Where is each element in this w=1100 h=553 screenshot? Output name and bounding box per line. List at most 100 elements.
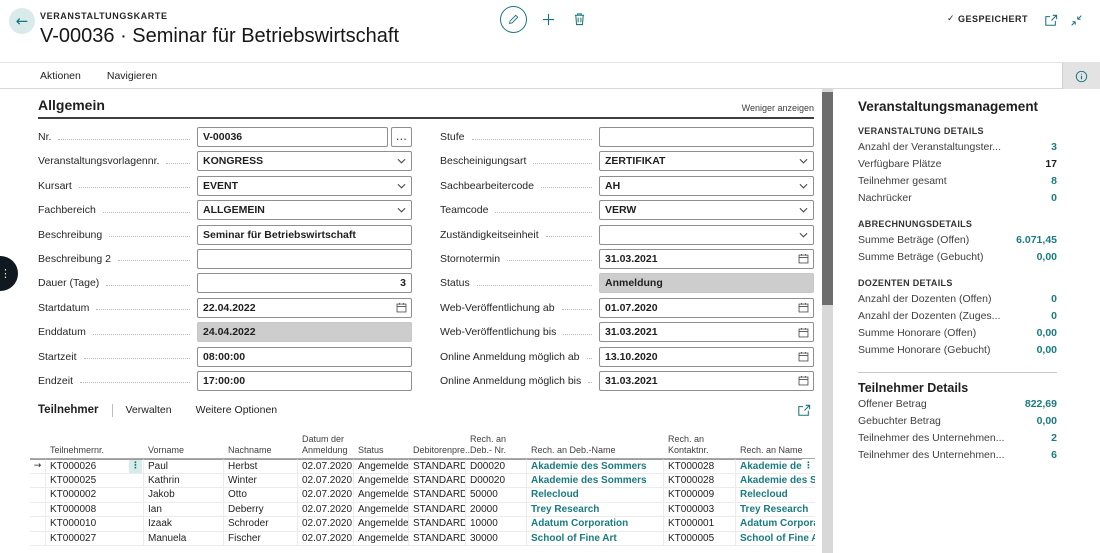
open-part-window-icon[interactable] [797, 404, 811, 417]
cell-preisgruppe[interactable]: STANDARD [409, 488, 466, 503]
fachbereich-input[interactable] [197, 200, 412, 221]
chevron-down-icon[interactable] [395, 204, 407, 216]
calendar-icon[interactable] [797, 326, 809, 338]
factbox-value-link[interactable]: 2 [1051, 430, 1057, 447]
cell-nachname[interactable]: Schroder [224, 517, 298, 532]
column-header[interactable]: Nachname [224, 445, 298, 459]
cell-vorname[interactable]: Ian [144, 502, 224, 517]
beschreibung-input[interactable] [197, 224, 412, 245]
kursart-input[interactable] [197, 175, 412, 196]
cell-preisgruppe[interactable]: STANDARD [409, 531, 466, 546]
endzeit-input[interactable] [197, 370, 412, 391]
cell-status[interactable]: Angemeldet [354, 531, 409, 546]
cell-datum[interactable]: 02.07.2020 [298, 473, 354, 488]
column-header[interactable]: Vorname [144, 445, 224, 459]
cell-kontaktnr[interactable]: KT000028 [664, 459, 736, 474]
startdatum-input[interactable] [197, 297, 412, 318]
cell-nachname[interactable]: Otto [224, 488, 298, 503]
cell-deb-name-link[interactable]: Akademie des Sommers [527, 473, 664, 488]
cell-datum[interactable]: 02.07.2020 [298, 459, 354, 474]
cell-deb-nr[interactable]: 20000 [466, 502, 527, 517]
column-header[interactable]: Rech. an Deb.- Nr. [466, 434, 527, 458]
part-title-teilnehmer[interactable]: Teilnehmer [38, 404, 99, 416]
cell-vorname[interactable]: Kathrin [144, 473, 224, 488]
startzeit-input[interactable] [197, 346, 412, 367]
collapse-window-button[interactable] [1069, 13, 1084, 27]
cell-deb-name-link[interactable]: Trey Research [527, 502, 664, 517]
cell-datum[interactable]: 02.07.2020 [298, 488, 354, 503]
column-header[interactable]: Teilnehmernr. [46, 445, 144, 459]
cell-name-link[interactable]: School of Fine Art [736, 532, 815, 546]
bescheinigungsart-input[interactable] [599, 151, 814, 172]
cell-nachname[interactable]: Deberry [224, 502, 298, 517]
cell-nachname[interactable]: Herbst [224, 459, 298, 474]
show-less-link[interactable]: Weniger anzeigen [742, 103, 814, 113]
menu-verwalten[interactable]: Verwalten [126, 404, 172, 416]
table-row[interactable]: KT000027 Manuela Fischer 02.07.2020 Ange… [30, 531, 815, 546]
column-header[interactable]: Rech. an Deb.-Name [527, 445, 664, 459]
cell-vorname[interactable]: Jakob [144, 488, 224, 503]
cell-datum[interactable]: 02.07.2020 [298, 517, 354, 532]
cell-status[interactable]: Angemeldet [354, 459, 409, 474]
chevron-down-icon[interactable] [797, 204, 809, 216]
chevron-down-icon[interactable] [395, 155, 407, 167]
chevron-down-icon[interactable] [395, 180, 407, 192]
online-ab-input[interactable] [599, 346, 814, 367]
cell-preisgruppe[interactable]: STANDARD [409, 502, 466, 517]
column-header[interactable]: Debitorenpre... [409, 445, 473, 459]
stufe-input[interactable] [599, 127, 814, 147]
scrollbar-thumb[interactable] [822, 92, 833, 305]
chevron-down-icon[interactable] [797, 180, 809, 192]
cell-kontaktnr[interactable]: KT000028 [664, 473, 736, 488]
cell-teilnehmernr[interactable]: KT000008 [46, 502, 144, 517]
cell-name-link[interactable]: Trey Research [736, 503, 815, 517]
vorlagennr-input[interactable] [197, 151, 412, 172]
row-menu-icon[interactable]: ⋮ [129, 460, 142, 473]
cell-teilnehmernr[interactable]: KT000025 [46, 473, 144, 488]
cell-preisgruppe[interactable]: STANDARD [409, 459, 466, 474]
cell-name-link[interactable]: Akademie des Somme [736, 474, 815, 488]
factbox-value-link[interactable]: 0,00 [1037, 413, 1057, 430]
cell-vorname[interactable]: Izaak [144, 517, 224, 532]
table-row[interactable]: → KT000026 ⋮ Paul Herbst 02.07.2020 Ange… [30, 459, 815, 474]
row-edge-menu-icon[interactable]: ⋮ [802, 459, 815, 473]
cell-kontaktnr[interactable]: KT000001 [664, 517, 736, 532]
edit-button[interactable] [500, 6, 527, 33]
cell-deb-nr[interactable]: D00020 [466, 459, 527, 474]
stornotermin-input[interactable] [599, 248, 814, 269]
cell-deb-name-link[interactable]: Akademie des Sommers [527, 459, 664, 474]
cell-deb-nr[interactable]: 50000 [466, 488, 527, 503]
cell-datum[interactable]: 02.07.2020 [298, 531, 354, 546]
web-ab-input[interactable] [599, 297, 814, 318]
cell-status[interactable]: Angemeldet [354, 488, 409, 503]
cell-vorname[interactable]: Manuela [144, 531, 224, 546]
section-title-allgemein[interactable]: Allgemein [38, 97, 105, 113]
cell-kontaktnr[interactable]: KT000005 [664, 531, 736, 546]
cell-vorname[interactable]: Paul [144, 459, 224, 474]
cell-preisgruppe[interactable]: STANDARD [409, 517, 466, 532]
factbox-value-link[interactable]: 0 [1051, 291, 1057, 308]
new-button[interactable] [540, 11, 556, 27]
cell-preisgruppe[interactable]: STANDARD [409, 473, 466, 488]
cell-teilnehmernr[interactable]: KT000010 [46, 517, 144, 532]
factbox-value-link[interactable]: 822,69 [1025, 396, 1057, 413]
sachbearbeitercode-input[interactable] [599, 175, 814, 196]
factbox-value-link[interactable]: 8 [1051, 173, 1057, 190]
cell-kontaktnr[interactable]: KT000003 [664, 502, 736, 517]
calendar-icon[interactable] [797, 375, 809, 387]
calendar-icon[interactable] [395, 302, 407, 314]
table-row[interactable]: KT000002 Jakob Otto 02.07.2020 Angemelde… [30, 488, 815, 503]
cell-status[interactable]: Angemeldet [354, 473, 409, 488]
cell-deb-nr[interactable]: 30000 [466, 531, 527, 546]
calendar-icon[interactable] [797, 253, 809, 265]
cell-nachname[interactable]: Winter [224, 473, 298, 488]
assist-edit-button[interactable]: … [390, 127, 412, 147]
cell-deb-nr[interactable]: 10000 [466, 517, 527, 532]
side-panel-handle[interactable]: ⋮ [0, 256, 18, 291]
chevron-down-icon[interactable] [797, 155, 809, 167]
cell-status[interactable]: Angemeldet [354, 517, 409, 532]
table-row[interactable]: KT000025 Kathrin Winter 02.07.2020 Angem… [30, 473, 815, 488]
calendar-icon[interactable] [797, 302, 809, 314]
info-button[interactable] [1062, 63, 1100, 89]
cell-name-link[interactable]: Relecloud [736, 488, 815, 503]
